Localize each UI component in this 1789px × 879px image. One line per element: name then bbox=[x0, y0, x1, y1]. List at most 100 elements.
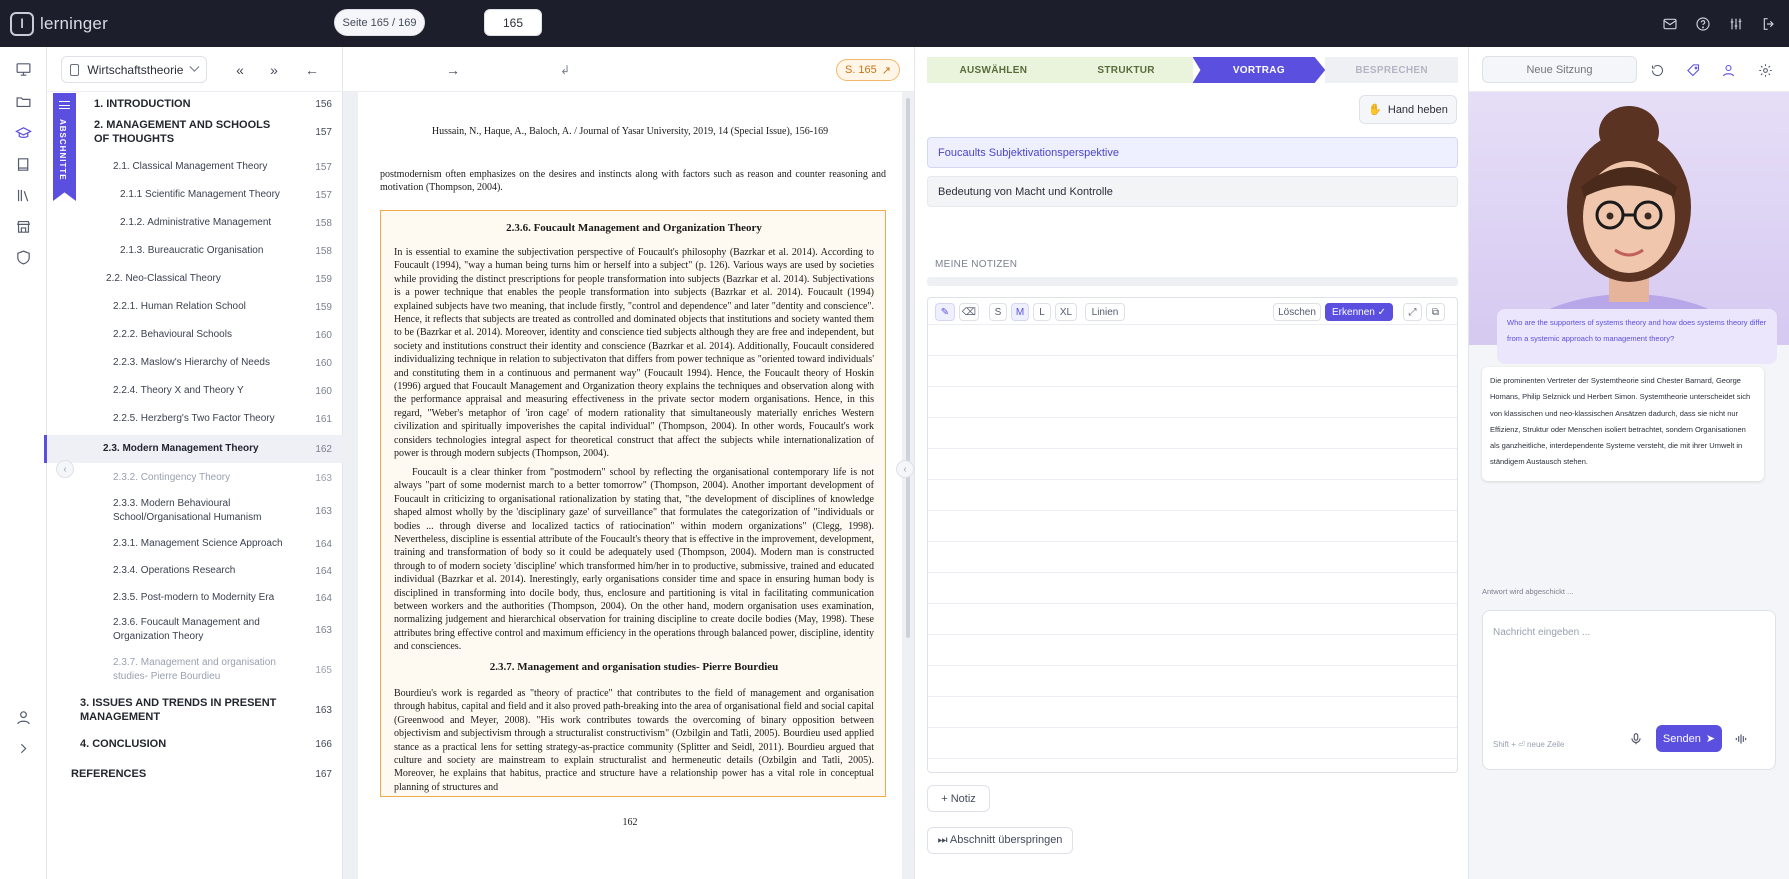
help-icon[interactable] bbox=[1693, 14, 1713, 34]
expand-icon[interactable] bbox=[12, 737, 34, 759]
book-icon[interactable] bbox=[12, 153, 34, 175]
toc-item[interactable]: 2.3.7. Management and organisation studi… bbox=[47, 653, 343, 687]
toc-item[interactable]: REFERENCES 167 bbox=[47, 763, 343, 785]
toc-item-active[interactable]: 2.3. Modern Management Theory 162 bbox=[44, 435, 343, 463]
next-page-button[interactable]: → bbox=[443, 56, 463, 83]
sliders-icon[interactable] bbox=[1726, 14, 1746, 34]
toc-item[interactable]: 2.1.3. Bureaucratic Organisation 158 bbox=[47, 240, 343, 262]
toc-item-title: 2.3. Modern Management Theory bbox=[103, 443, 259, 454]
toc-item-page: 159 bbox=[315, 301, 332, 313]
document-viewer: Hussain, N., Haque, A., Baloch, A. / Jou… bbox=[343, 92, 914, 879]
eraser-icon[interactable]: ⌫ bbox=[959, 303, 979, 321]
toc-item-title: 1. INTRODUCTION bbox=[94, 98, 191, 110]
pen-icon[interactable]: ✎ bbox=[935, 303, 955, 321]
last-chapter-button[interactable]: » bbox=[264, 56, 284, 83]
collapse-left-toggle[interactable]: ‹ bbox=[56, 460, 74, 478]
logout-icon[interactable] bbox=[1759, 14, 1779, 34]
toc-item-title: 3. ISSUES AND TRENDS IN PRESENT MANAGEME… bbox=[80, 697, 277, 723]
step-auswaehlen[interactable]: AUSWÄHLEN bbox=[927, 57, 1060, 83]
toc-item[interactable]: 2.2.1. Human Relation School 159 bbox=[47, 296, 343, 318]
toc-item[interactable]: 4. CONCLUSION 166 bbox=[47, 733, 343, 755]
send-label: Senden bbox=[1662, 732, 1701, 745]
collapse-doc-toggle[interactable]: ‹ bbox=[896, 460, 914, 478]
go-to-page-button[interactable]: ↲ bbox=[557, 56, 573, 83]
raise-hand-button[interactable]: ✋ Hand heben bbox=[1359, 95, 1457, 124]
user-icon[interactable] bbox=[12, 706, 34, 728]
tag-icon[interactable] bbox=[1682, 59, 1704, 81]
notes-toolbar: ✎ ⌫ S M L XL Linien Löschen Erkennen ✓ ⤢… bbox=[928, 298, 1457, 325]
step-vortrag[interactable]: VORTRAG bbox=[1192, 57, 1326, 83]
shield-icon[interactable] bbox=[12, 246, 34, 268]
add-note-button[interactable]: + Notiz bbox=[927, 785, 990, 812]
toc-item[interactable]: 1. INTRODUCTION 156 bbox=[47, 93, 343, 115]
size-m-button[interactable]: M bbox=[1011, 303, 1029, 321]
toc-item[interactable]: 2.2.4. Theory X and Theory Y 160 bbox=[47, 380, 343, 402]
size-l-button[interactable]: L bbox=[1033, 303, 1051, 321]
send-button[interactable]: Senden ➤ bbox=[1656, 725, 1722, 752]
size-xl-button[interactable]: XL bbox=[1055, 303, 1077, 321]
toc-item[interactable]: 2.3.2. Contingency Theory 163 bbox=[47, 467, 343, 489]
settings-gear-icon[interactable] bbox=[1754, 59, 1776, 81]
toc-item-page: 165 bbox=[315, 664, 332, 676]
message-composer[interactable]: Nachricht eingeben ... Shift + ⏎ neue Ze… bbox=[1482, 610, 1776, 770]
toc-item[interactable]: 2.3.3. Modern Behavioural School/Organis… bbox=[47, 494, 343, 528]
presentation-icon[interactable] bbox=[12, 58, 34, 80]
store-icon[interactable] bbox=[12, 215, 34, 237]
fullscreen-icon[interactable]: ⤢ bbox=[1403, 303, 1422, 321]
toc-item[interactable]: 2.3.6. Foucault Management and Organizat… bbox=[47, 613, 343, 647]
graduation-cap-icon[interactable] bbox=[12, 122, 34, 144]
toc-item[interactable]: 2.3.4. Operations Research 164 bbox=[47, 560, 343, 582]
microphone-icon[interactable] bbox=[1625, 728, 1647, 750]
step-struktur[interactable]: STRUKTUR bbox=[1059, 57, 1193, 83]
document-page: Hussain, N., Haque, A., Baloch, A. / Jou… bbox=[358, 92, 902, 879]
mail-icon[interactable] bbox=[1660, 14, 1680, 34]
toc-item[interactable]: 2.2. Neo-Classical Theory 159 bbox=[47, 268, 343, 290]
clear-button[interactable]: Löschen bbox=[1273, 303, 1321, 321]
document-scrollbar[interactable] bbox=[906, 98, 910, 638]
toc-item[interactable]: 2.3.1. Management Science Approach 164 bbox=[47, 533, 343, 555]
step-besprechen[interactable]: BESPRECHEN bbox=[1325, 57, 1458, 83]
topic-item[interactable]: Bedeutung von Macht und Kontrolle bbox=[927, 176, 1458, 207]
topic-item-selected[interactable]: Foucaults Subjektivationsperspektive bbox=[927, 137, 1458, 168]
history-icon[interactable] bbox=[1646, 59, 1668, 81]
active-indicator bbox=[44, 435, 47, 463]
toc-item[interactable]: 2.1.1 Scientific Management Theory 157 bbox=[47, 184, 343, 206]
message-input[interactable]: Nachricht eingeben ... bbox=[1493, 627, 1590, 638]
brand[interactable]: l lerninger bbox=[10, 11, 108, 36]
lines-toggle[interactable]: Linien bbox=[1085, 303, 1125, 321]
skip-section-button[interactable]: ⏭ Abschnitt überspringen bbox=[927, 827, 1073, 854]
voice-wave-icon[interactable] bbox=[1730, 728, 1752, 750]
size-s-button[interactable]: S bbox=[989, 303, 1007, 321]
prev-page-button[interactable]: ← bbox=[302, 56, 322, 83]
library-icon[interactable] bbox=[12, 184, 34, 206]
highlighted-section[interactable]: 2.3.6. Foucault Management and Organizat… bbox=[380, 210, 886, 797]
toc-item-page: 166 bbox=[315, 738, 332, 750]
toc-item[interactable]: 2.3.5. Post-modern to Modernity Era 164 bbox=[47, 587, 343, 609]
left-rail bbox=[0, 47, 47, 879]
folder-icon[interactable] bbox=[12, 90, 34, 112]
page-header: Hussain, N., Haque, A., Baloch, A. / Jou… bbox=[431, 126, 829, 137]
page-badge[interactable]: S. 165 ↗ bbox=[836, 59, 900, 81]
session-input[interactable] bbox=[1482, 56, 1637, 83]
page-number-input[interactable] bbox=[484, 9, 542, 36]
toc-item-page: 164 bbox=[315, 565, 332, 577]
page-indicator: Seite 165 / 169 bbox=[334, 9, 425, 36]
book-select[interactable]: Wirtschaftstheorie bbox=[61, 56, 207, 83]
ruled-lines bbox=[928, 325, 1457, 772]
toc-item[interactable]: 2.2.2. Behavioural Schools 160 bbox=[47, 324, 343, 346]
toc-item[interactable]: 3. ISSUES AND TRENDS IN PRESENT MANAGEME… bbox=[47, 693, 343, 727]
first-chapter-button[interactable]: « bbox=[230, 56, 250, 83]
popout-icon[interactable]: ⧉ bbox=[1426, 303, 1445, 321]
toc-item[interactable]: 2.1. Classical Management Theory 157 bbox=[47, 156, 343, 178]
notes-canvas[interactable]: ✎ ⌫ S M L XL Linien Löschen Erkennen ✓ ⤢… bbox=[927, 297, 1458, 773]
paragraph: Foucault is a clear thinker from "postmo… bbox=[394, 467, 874, 653]
toc-item[interactable]: 2.2.5. Herzberg's Two Factor Theory 161 bbox=[47, 408, 343, 430]
toc-item[interactable]: 2.1.2. Administrative Management 158 bbox=[47, 212, 343, 234]
toc-item[interactable]: 2. MANAGEMENT AND SCHOOLS OF THOUGHTS 157 bbox=[47, 115, 343, 149]
profile-icon[interactable] bbox=[1717, 59, 1739, 81]
toc-item-page: 158 bbox=[315, 217, 332, 229]
recognize-button[interactable]: Erkennen ✓ bbox=[1325, 303, 1393, 321]
raise-hand-label: Hand heben bbox=[1387, 103, 1448, 116]
toc-item[interactable]: 2.2.3. Maslow's Hierarchy of Needs 160 bbox=[47, 352, 343, 374]
toc-item-page: 157 bbox=[315, 126, 332, 138]
